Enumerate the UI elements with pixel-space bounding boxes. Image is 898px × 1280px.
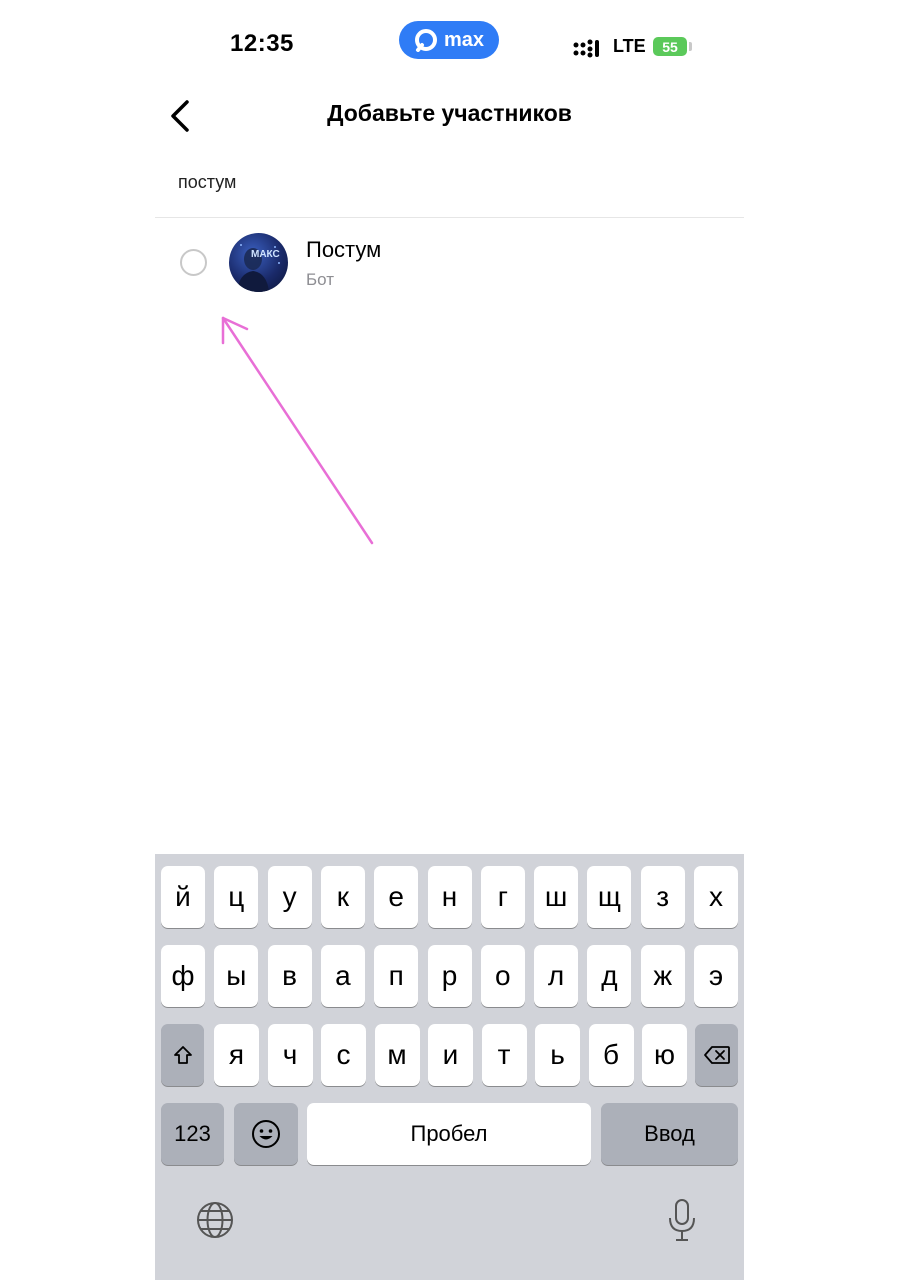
key-г[interactable]: г	[480, 866, 525, 928]
numbers-key[interactable]: 123	[161, 1103, 224, 1165]
key-д[interactable]: д	[587, 945, 632, 1007]
key-ы[interactable]: ы	[214, 945, 259, 1007]
key-б[interactable]: б	[588, 1024, 634, 1086]
key-а[interactable]: а	[320, 945, 365, 1007]
status-time: 12:35	[230, 30, 294, 57]
key-ж[interactable]: ж	[640, 945, 685, 1007]
avatar: МАКС	[229, 233, 288, 292]
return-key[interactable]: Ввод	[601, 1103, 738, 1165]
key-з[interactable]: з	[640, 866, 685, 928]
key-ю[interactable]: ю	[642, 1024, 687, 1086]
emoji-icon	[252, 1120, 280, 1148]
key-ч[interactable]: ч	[267, 1024, 313, 1086]
app-pill-label: max	[443, 28, 485, 51]
key-й[interactable]: й	[161, 866, 205, 928]
microphone-icon[interactable]	[665, 1198, 699, 1242]
key-с[interactable]: с	[321, 1024, 366, 1086]
key-ь[interactable]: ь	[535, 1024, 580, 1086]
key-ф[interactable]: ф	[161, 945, 205, 1007]
page-title: Добавьте участников	[327, 100, 572, 126]
contact-name: Постум	[306, 237, 382, 262]
key-я[interactable]: я	[214, 1024, 259, 1086]
key-и[interactable]: и	[428, 1024, 473, 1086]
key-х[interactable]: х	[694, 866, 738, 928]
avatar-figure	[237, 244, 280, 292]
key-л[interactable]: л	[534, 945, 579, 1007]
keyboard: йцукенгшщзх фывапролджэ ячсмитьбю 123 Пр…	[155, 854, 744, 1280]
key-в[interactable]: в	[267, 945, 312, 1007]
avatar-text: МАКС	[251, 249, 280, 260]
contact-subtitle: Бот	[306, 270, 335, 289]
key-к[interactable]: к	[320, 866, 365, 928]
network-type: LTE	[613, 36, 646, 56]
key-п[interactable]: п	[374, 945, 419, 1007]
space-key[interactable]: Пробел	[307, 1103, 591, 1165]
shift-key[interactable]	[161, 1024, 204, 1086]
app-pill[interactable]: max	[399, 21, 499, 59]
globe-icon[interactable]	[195, 1200, 235, 1240]
key-т[interactable]: т	[481, 1024, 527, 1086]
divider	[155, 217, 744, 218]
signal-icon	[573, 39, 599, 58]
select-radio[interactable]	[180, 249, 207, 276]
key-н[interactable]: н	[427, 866, 472, 928]
backspace-icon	[703, 1046, 730, 1064]
search-input[interactable]: постум	[178, 172, 236, 193]
backspace-key[interactable]	[695, 1024, 738, 1086]
key-м[interactable]: м	[374, 1024, 420, 1086]
screen: 12:35 max LTE 55 Добавьте участников пос…	[155, 0, 744, 1280]
key-о[interactable]: о	[480, 945, 525, 1007]
annotation-arrow	[221, 316, 374, 545]
max-logo-icon	[414, 29, 437, 52]
emoji-key[interactable]	[234, 1103, 298, 1165]
battery-indicator: 55	[653, 37, 687, 56]
key-р[interactable]: р	[427, 945, 472, 1007]
key-ц[interactable]: ц	[214, 866, 259, 928]
key-у[interactable]: у	[267, 866, 312, 928]
battery-cap	[689, 42, 692, 51]
key-э[interactable]: э	[694, 945, 738, 1007]
key-е[interactable]: е	[374, 866, 419, 928]
shift-icon	[173, 1046, 192, 1064]
key-ш[interactable]: ш	[534, 866, 579, 928]
key-щ[interactable]: щ	[587, 866, 632, 928]
